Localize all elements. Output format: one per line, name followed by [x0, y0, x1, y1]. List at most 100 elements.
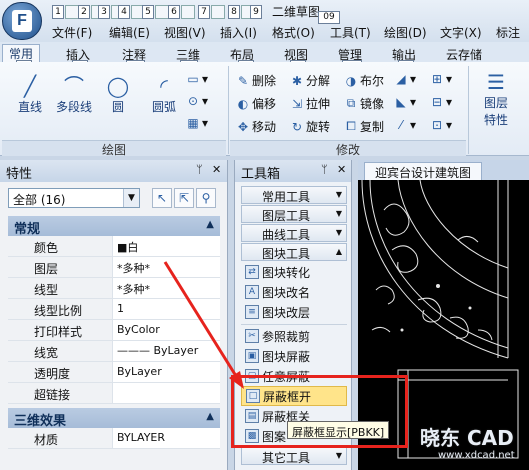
property-row-material[interactable]: 材质 BYLAYER	[8, 428, 220, 449]
toolbox-category-layer[interactable]: 图层工具 ▼	[241, 205, 347, 223]
hatch-icon: ▦	[187, 116, 199, 130]
quick-select-button[interactable]: ⚲	[196, 188, 216, 208]
toolbox-item-block-relayer[interactable]: ≡ 图块改层	[241, 302, 347, 322]
toolbox-item-block-mask[interactable]: ▣ 图块屏蔽	[241, 346, 347, 366]
toolbox-item-block-convert[interactable]: ⇄ 图块转化	[241, 262, 347, 282]
toolbox-item-block-rename[interactable]: A 图块改名	[241, 282, 347, 302]
mirror-button[interactable]: ⧉ 镜像	[344, 95, 384, 112]
property-row-transparency[interactable]: 透明度 ByLayer	[8, 362, 220, 383]
stretch-button[interactable]: ⇲ 拉伸	[290, 95, 330, 112]
chevron-down-icon: ▼	[123, 189, 139, 207]
menu-edit[interactable]: 编辑(E)	[109, 24, 150, 41]
quick-access-new[interactable]: 1	[52, 4, 79, 20]
offset-button[interactable]: ◐ 偏移	[236, 95, 276, 112]
app-logo[interactable]: F	[2, 2, 42, 40]
block-mask-icon: ▣	[245, 349, 259, 363]
line-tool[interactable]: ╱ 直线	[12, 74, 48, 115]
align-tool[interactable]: ⊞ ▾	[430, 72, 452, 86]
dropdown-icon: ▾	[410, 72, 417, 86]
watermark: 晓东 CAD www.xdcad.net	[408, 420, 529, 470]
tab-cloud[interactable]: 云存储	[446, 46, 482, 63]
pin-icon[interactable]: ᛘ	[196, 163, 203, 176]
section-general[interactable]: 常规 ▲	[8, 216, 220, 237]
watermark-url: www.xdcad.net	[438, 450, 515, 461]
quick-select-icon: ⚲	[201, 191, 211, 205]
arc-tool[interactable]: ◜ 圆弧	[146, 74, 182, 115]
quick-access-print[interactable]: 5	[142, 4, 169, 20]
move-button[interactable]: ✥ 移动	[236, 118, 276, 135]
property-row-linetype[interactable]: 线型 *多种*	[8, 278, 220, 299]
quick-access-redo[interactable]: 7	[198, 4, 225, 20]
explode-button[interactable]: ✱ 分解	[290, 72, 330, 89]
rotate-icon: ↻	[291, 119, 303, 134]
menu-format[interactable]: 格式(O)	[272, 24, 315, 41]
new-file-icon	[65, 5, 79, 19]
property-row-color[interactable]: 颜色 ■白	[8, 236, 220, 257]
dropdown-icon: ▾	[202, 72, 209, 86]
close-icon[interactable]: ✕	[212, 163, 221, 176]
document-tab[interactable]: 迎宾台设计建筑图	[364, 162, 483, 180]
fillet-tool[interactable]: ◢ ▾	[394, 72, 416, 86]
toggle-pickadd-button[interactable]: ↖	[152, 188, 172, 208]
quick-access-saveas[interactable]: 4	[118, 4, 145, 20]
align-icon: ⊞	[431, 72, 443, 86]
menu-dimension[interactable]: 标注	[496, 24, 520, 41]
erase-button[interactable]: ✎ 删除	[236, 72, 276, 89]
toolbox-category-block[interactable]: 图块工具 ▲	[241, 243, 347, 261]
toolbox-category-other[interactable]: 其它工具 ▼	[241, 447, 347, 465]
menu-draw[interactable]: 绘图(D)	[384, 24, 427, 41]
toolbox-category-common[interactable]: 常用工具 ▼	[241, 186, 347, 204]
modify-group-label[interactable]: 修改	[230, 140, 466, 157]
layer-properties-button[interactable]: ☰ 图层 特性	[476, 70, 516, 128]
toolbox-category-curve[interactable]: 曲线工具 ▼	[241, 224, 347, 242]
property-row-linetype-scale[interactable]: 线型比例 1	[8, 299, 220, 320]
ellipse-tool[interactable]: ⊙ ▾	[186, 94, 208, 108]
pickadd-icon: ↖	[156, 191, 168, 205]
redo-icon	[211, 5, 225, 19]
rectangle-icon: ▭	[187, 72, 199, 86]
ribbon-panel: ╱ 直线 ⌒ 多段线 ◯ 圆 ◜ 圆弧 ▭ ▾ ⊙ ▾ ▦ ▾ 绘图 ✎ 删除 ✱ 分解 …	[0, 62, 529, 157]
property-row-lineweight[interactable]: 线宽 ——— ByLayer	[8, 341, 220, 362]
property-row-hyperlink[interactable]: 超链接	[8, 383, 220, 404]
collapse-icon: ▲	[206, 219, 214, 230]
chevron-down-icon: ▼	[335, 228, 342, 237]
xref-clip-icon: ✂	[245, 329, 259, 343]
quick-access-9[interactable]: 9	[250, 4, 262, 20]
menu-view[interactable]: 视图(V)	[164, 24, 206, 41]
toolbox-item-xref-clip[interactable]: ✂ 参照裁剪	[241, 326, 347, 346]
circle-tool[interactable]: ◯ 圆	[104, 74, 132, 115]
menu-file[interactable]: 文件(F)	[52, 24, 92, 41]
hatch-tool[interactable]: ▦ ▾	[186, 116, 208, 130]
boolean-button[interactable]: ◑ 布尔	[344, 72, 384, 89]
properties-panel: 特性 ᛘ ✕ 全部 (16) ▼ ↖ ⇱ ⚲ 常规 ▲ 颜色 ■白 图层 *多种* 线…	[0, 160, 228, 470]
menu-text[interactable]: 文字(X)	[440, 24, 482, 41]
chamfer-tool[interactable]: ◣ ▾	[394, 95, 416, 109]
toolbox-separator	[241, 324, 347, 325]
tooltip: 屏蔽框显示[PBKK]	[287, 421, 390, 439]
draw-group-label[interactable]: 绘图	[2, 140, 226, 157]
polyline-tool[interactable]: ⌒ 多段线	[52, 74, 96, 115]
rectangle-tool[interactable]: ▭ ▾	[186, 72, 208, 86]
copy-button[interactable]: ⧠ 复制	[344, 118, 384, 135]
menu-tools[interactable]: 工具(T)	[330, 24, 371, 41]
scale-tool[interactable]: ⊡ ▾	[430, 118, 452, 132]
array-icon: ⊟	[431, 95, 443, 109]
property-row-plot-style[interactable]: 打印样式 ByColor	[8, 320, 220, 341]
block-relayer-icon: ≡	[245, 305, 259, 319]
move-icon: ✥	[237, 119, 249, 134]
trim-tool[interactable]: ⁄ ▾	[394, 118, 416, 132]
arc-icon: ◜	[160, 74, 168, 98]
menu-insert[interactable]: 插入(I)	[220, 24, 257, 41]
close-icon[interactable]: ✕	[337, 163, 346, 176]
selection-filter-dropdown[interactable]: 全部 (16) ▼	[8, 188, 140, 208]
quick-access-undo[interactable]: 6	[168, 4, 195, 20]
array-tool[interactable]: ⊟ ▾	[430, 95, 452, 109]
rotate-button[interactable]: ↻ 旋转	[290, 118, 330, 135]
erase-icon: ✎	[237, 73, 249, 88]
select-objects-button[interactable]: ⇱	[174, 188, 194, 208]
pin-icon[interactable]: ᛘ	[321, 163, 328, 176]
property-row-layer[interactable]: 图层 *多种*	[8, 257, 220, 278]
polyline-icon: ⌒	[64, 74, 84, 98]
layer-stack-icon: ☰	[487, 70, 505, 94]
section-3d-effects[interactable]: 三维效果 ▲	[8, 408, 220, 429]
